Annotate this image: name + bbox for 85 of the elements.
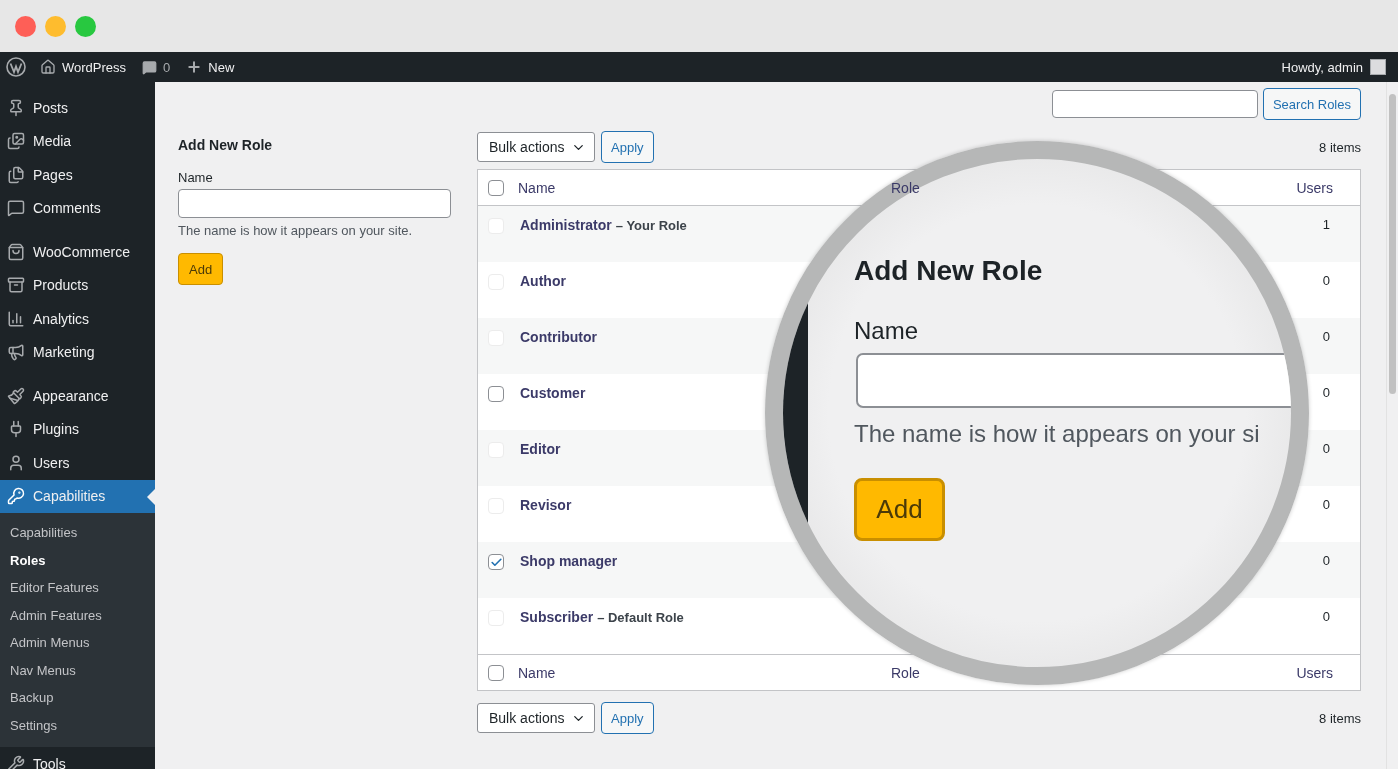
submenu-item[interactable]: Nav Menus [0,656,155,684]
user-count: 0 [1322,329,1330,344]
submenu-item[interactable]: Backup [0,684,155,712]
submenu-item[interactable]: Roles [0,546,155,574]
key-icon [7,487,25,506]
images-icon [7,132,25,151]
comments-icon [142,59,158,75]
menu-item[interactable]: Users [0,446,155,480]
user-icon [7,453,25,472]
column-header[interactable]: Users [1296,179,1333,196]
menu-item[interactable]: Appearance [0,379,155,413]
select-all-checkbox[interactable] [488,180,504,196]
select-all-checkbox[interactable] [488,665,504,681]
site-link[interactable]: WordPress [62,59,127,75]
menu-item[interactable]: Comments [0,191,155,225]
user-count: 0 [1322,385,1330,400]
role-note: – Your Role [615,218,687,233]
column-header[interactable]: Name [518,179,556,196]
pages-icon [7,165,25,184]
bulk-actions-select[interactable]: Bulk actions [477,132,595,162]
user-count: 0 [1322,441,1330,456]
submenu-item[interactable]: Editor Features [0,574,155,602]
comment-count[interactable]: 0 [163,59,171,75]
wordpress-logo-icon[interactable] [6,57,26,77]
bar-chart-icon [7,309,25,328]
menu-item[interactable]: Pages [0,158,155,192]
paintbrush-icon [7,386,25,405]
row-checkbox[interactable] [488,554,504,570]
user-count: 0 [1322,553,1330,568]
name-label: Name [178,170,213,185]
magnified-add-button[interactable]: Add [854,478,945,541]
apply-button[interactable]: Apply [601,131,654,163]
row-checkbox[interactable] [488,386,504,402]
menu-item[interactable]: Marketing [0,335,155,369]
search-field[interactable] [1051,90,1258,118]
bag-icon [7,242,25,261]
column-header[interactable]: Role [891,664,920,681]
greeting-link[interactable]: Howdy, admin [1281,59,1363,75]
user-count: 0 [1322,609,1330,624]
menu-item[interactable]: Products [0,268,155,302]
user-count: 0 [1322,497,1330,512]
pin-icon [7,98,25,117]
column-header[interactable]: Role [891,179,920,196]
archive-icon [7,276,25,295]
megaphone-icon [7,343,25,362]
magnified-description: The name is how it appears on your si [854,420,1260,448]
submenu-item[interactable]: Settings [0,711,155,739]
column-header[interactable]: Name [518,664,556,681]
role-note: – Default Role [597,610,684,625]
add-button[interactable]: Add [178,253,224,285]
menu-item[interactable]: Analytics [0,302,155,336]
wrench-icon [7,754,25,769]
role-link[interactable]: Customer [520,385,586,401]
speech-bubble-icon [7,199,25,218]
item-count: 8 items [1319,710,1361,726]
new-link[interactable]: New [208,59,235,75]
scrollbar[interactable] [1386,82,1398,769]
name-field[interactable] [178,189,451,218]
column-header[interactable]: Users [1296,664,1333,681]
menu-item[interactable]: Plugins [0,412,155,446]
check-icon [489,555,503,569]
menu-item[interactable]: Capabilities [0,479,155,513]
apply-button[interactable]: Apply [601,702,654,734]
menu-item[interactable]: Media [0,124,155,158]
role-link[interactable]: Shop manager [520,553,618,569]
user-count: 1 [1322,217,1330,232]
user-count: 0 [1322,273,1330,288]
form-title: Add New Role [178,137,273,153]
submenu-item[interactable]: Admin Menus [0,629,155,657]
magnified-label: Name [854,317,919,345]
menu-item[interactable]: WooCommerce [0,235,155,269]
avatar[interactable] [1370,59,1386,75]
zoom-window-button[interactable] [75,15,96,37]
home-icon [40,59,56,75]
item-count: 8 items [1319,139,1361,155]
close-window-button[interactable] [15,15,36,37]
submenu-item[interactable]: Capabilities [0,519,155,547]
menu-item[interactable]: Posts [0,91,155,125]
bulk-actions-select[interactable]: Bulk actions [477,703,595,733]
minimize-window-button[interactable] [45,15,66,37]
menu-item[interactable]: Tools [0,747,155,769]
field-description: The name is how it appears on your site. [178,223,413,238]
magnified-title: Add New Role [854,255,1043,287]
search-button[interactable]: Search Roles [1262,88,1361,120]
submenu-item[interactable]: Admin Features [0,601,155,629]
